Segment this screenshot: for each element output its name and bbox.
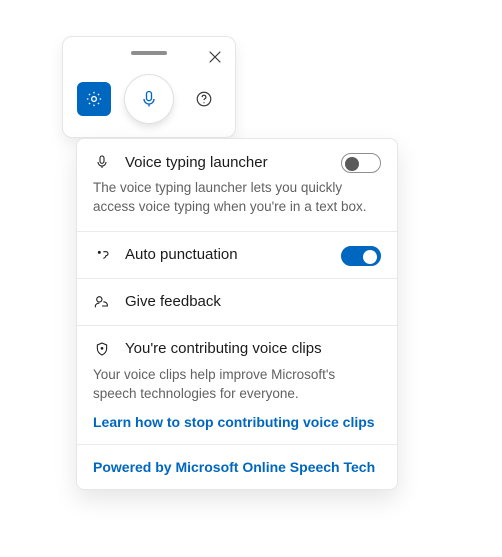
close-icon [209, 51, 221, 63]
gear-icon [85, 90, 103, 108]
shield-icon [93, 340, 111, 358]
give-feedback-row[interactable]: Give feedback [77, 279, 397, 326]
auto-punctuation-title: Auto punctuation [125, 246, 238, 263]
microphone-icon [139, 89, 159, 109]
settings-button[interactable] [77, 82, 111, 116]
microphone-icon [93, 153, 111, 171]
voice-typing-launcher-title: Voice typing launcher [125, 154, 268, 171]
toolbar-buttons [63, 71, 235, 127]
microphone-button[interactable] [125, 75, 173, 123]
contribute-clips-row: You're contributing voice clips Your voi… [77, 326, 397, 445]
help-icon [195, 90, 213, 108]
give-feedback-title: Give feedback [125, 293, 221, 310]
stop-contributing-link[interactable]: Learn how to stop contributing voice cli… [93, 414, 381, 430]
auto-punctuation-row: Auto punctuation [77, 232, 397, 279]
powered-by-link[interactable]: Powered by Microsoft Online Speech Tech [93, 459, 375, 475]
voice-typing-launcher-toggle[interactable] [341, 153, 381, 173]
drag-handle-icon[interactable] [131, 51, 167, 55]
voice-typing-launcher-desc: The voice typing launcher lets you quick… [93, 179, 381, 217]
voice-typing-launcher-row: Voice typing launcher The voice typing l… [77, 139, 397, 232]
voice-typing-settings-panel: Voice typing launcher The voice typing l… [76, 138, 398, 490]
voice-typing-toolbar [62, 36, 236, 138]
punctuation-icon [93, 246, 111, 264]
close-button[interactable] [201, 43, 229, 71]
feedback-icon [93, 293, 111, 311]
help-button[interactable] [187, 82, 221, 116]
auto-punctuation-toggle[interactable] [341, 246, 381, 266]
powered-by-row: Powered by Microsoft Online Speech Tech [77, 445, 397, 489]
contribute-clips-title: You're contributing voice clips [125, 340, 322, 357]
contribute-clips-desc: Your voice clips help improve Microsoft'… [93, 366, 381, 404]
